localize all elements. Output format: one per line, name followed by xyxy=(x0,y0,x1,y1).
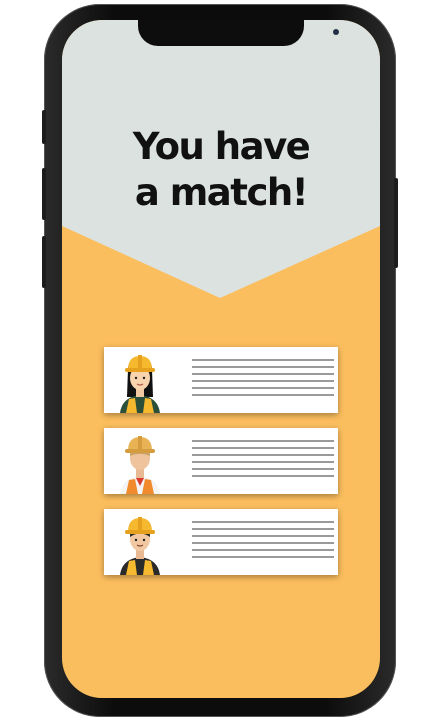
phone-screen: You have a match! xyxy=(62,20,380,698)
match-card-1[interactable] xyxy=(104,347,338,413)
male-worker-avatar xyxy=(114,513,166,575)
card-text-placeholder xyxy=(192,359,334,401)
headline-line-2: a match! xyxy=(134,171,309,214)
female-worker-avatar xyxy=(114,351,166,413)
mute-switch xyxy=(42,236,46,288)
headline-line-1: You have xyxy=(132,125,311,168)
front-camera-icon xyxy=(333,29,339,35)
volume-down-button xyxy=(42,168,46,220)
card-text-placeholder xyxy=(192,440,334,482)
match-card-2[interactable] xyxy=(104,428,338,494)
card-text-placeholder xyxy=(192,521,334,563)
match-card-3[interactable] xyxy=(104,509,338,575)
match-headline: You have a match! xyxy=(62,124,380,216)
volume-up-button xyxy=(42,110,46,144)
power-button xyxy=(394,178,398,268)
notch xyxy=(138,20,339,46)
faceless-worker-avatar xyxy=(114,432,166,494)
